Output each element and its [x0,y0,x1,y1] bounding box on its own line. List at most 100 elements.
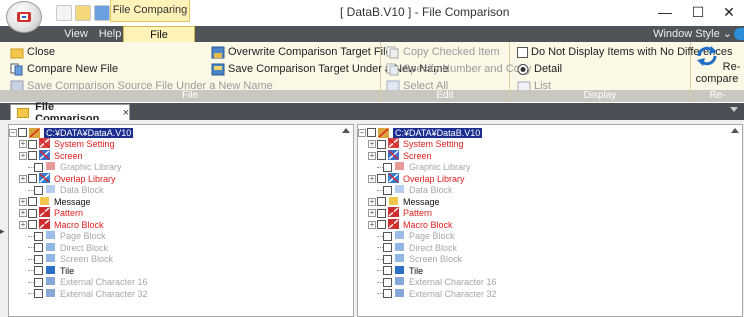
minimize-button[interactable]: — [650,2,680,22]
source-tree-item[interactable]: + Macro Block [9,218,148,231]
item-checkbox[interactable] [34,266,43,276]
item-checkbox[interactable] [367,128,376,138]
scroll-up-icon[interactable] [731,128,739,133]
item-checkbox[interactable] [383,277,392,287]
item-checkbox[interactable] [377,174,386,184]
expand-icon[interactable]: + [19,209,27,218]
item-checkbox[interactable] [377,197,386,207]
expand-icon[interactable]: + [19,197,27,206]
expand-icon[interactable]: + [19,140,27,149]
overwrite-target-button[interactable]: Overwrite Comparison Target File [211,44,392,60]
source-scrollbar[interactable] [339,125,353,316]
source-tree-item[interactable]: + Pattern [9,207,148,220]
source-tree-item[interactable]: + Screen [9,149,148,162]
item-checkbox[interactable] [28,139,37,149]
item-checkbox[interactable] [383,289,392,299]
target-tree-item[interactable]: Screen Block [358,254,497,266]
tab-help[interactable]: Help [95,26,125,42]
target-tree-item[interactable]: + Pattern [358,207,497,220]
target-tree-item[interactable]: External Character 32 [358,288,497,300]
item-checkbox[interactable] [383,231,392,241]
item-checkbox[interactable] [28,208,37,218]
target-tree-item[interactable]: + Macro Block [358,218,497,231]
item-checkbox[interactable] [28,151,37,161]
collapse-icon[interactable]: − [358,128,366,137]
expand-icon[interactable]: + [368,140,376,149]
qat-open-icon[interactable] [75,5,91,21]
target-tree-item[interactable]: + Message [358,196,497,208]
item-checkbox[interactable] [383,162,392,172]
source-tree-item[interactable]: Graphic Library [9,162,148,174]
item-checkbox[interactable] [34,243,43,253]
target-tree-item[interactable]: External Character 16 [358,277,497,289]
expand-icon[interactable]: + [368,197,376,206]
item-checkbox[interactable] [383,185,392,195]
copy-checked-button[interactable]: Copy Checked Item [386,44,500,60]
item-checkbox[interactable] [383,254,392,264]
item-checkbox[interactable] [28,174,37,184]
target-tree-item[interactable]: Page Block [358,231,497,243]
target-tree-item[interactable]: Tile [358,265,497,277]
item-checkbox[interactable] [28,197,37,207]
close-button[interactable]: Close [10,44,55,60]
target-scrollbar[interactable] [728,125,742,316]
close-window-button[interactable]: ✕ [714,2,744,22]
target-tree-item[interactable]: Graphic Library [358,162,497,174]
item-checkbox[interactable] [377,208,386,218]
item-checkbox[interactable] [34,277,43,287]
item-checkbox[interactable] [34,254,43,264]
doc-tab-close-icon[interactable]: × [123,107,129,119]
source-tree-item[interactable]: External Character 16 [9,277,148,289]
item-checkbox[interactable] [377,151,386,161]
target-tree-item[interactable]: Direct Block [358,242,497,254]
item-checkbox[interactable] [383,266,392,276]
item-checkbox[interactable] [34,185,43,195]
expand-icon[interactable]: + [368,174,376,183]
qat-new-icon[interactable] [56,5,72,21]
source-tree-item[interactable]: Data Block [9,185,148,197]
item-checkbox[interactable] [383,243,392,253]
source-tree-item[interactable]: Tile [9,265,148,277]
target-tree-item[interactable]: Data Block [358,185,497,197]
application-menu-button[interactable] [6,1,42,33]
expand-icon[interactable]: + [19,220,27,229]
source-tree-item[interactable]: + Overlap Library [9,172,148,185]
target-tree-root[interactable]: − C:¥DATA¥DataB.V10 [358,127,497,139]
expand-icon[interactable]: + [368,209,376,218]
window-style-dropdown[interactable]: Window Style ⌄ [653,27,732,40]
source-tree-item[interactable]: Screen Block [9,254,148,266]
recompare-button[interactable]: Re-compare [692,44,742,88]
target-tree-item[interactable]: + System Setting [358,138,497,151]
source-tree-item[interactable]: Direct Block [9,242,148,254]
item-checkbox[interactable] [34,231,43,241]
tab-file-comparison[interactable]: File Comparison × [10,101,130,125]
compare-new-file-button[interactable]: Compare New File [10,61,118,77]
tab-file-comparing[interactable]: File Comparing [123,26,195,57]
collapse-icon[interactable]: − [9,128,17,137]
source-tree-item[interactable]: + Message [9,196,148,208]
source-tree-root[interactable]: − C:¥DATA¥DataA.V10 [9,127,148,139]
scroll-up-icon[interactable] [342,128,350,133]
item-checkbox[interactable] [34,162,43,172]
expand-icon[interactable]: + [19,151,27,160]
tab-list-chevron-icon[interactable] [730,107,738,112]
qat-save-icon[interactable] [94,5,110,21]
detail-radio[interactable]: Detail [517,61,562,77]
source-tree-item[interactable]: + System Setting [9,138,148,151]
source-pane: − C:¥DATA¥DataA.V10 + System Setting + Screen… [8,124,354,317]
item-checkbox[interactable] [34,289,43,299]
item-checkbox[interactable] [377,220,386,230]
expand-icon[interactable]: + [368,220,376,229]
help-info-icon[interactable] [734,28,744,40]
maximize-button[interactable]: ☐ [683,2,713,22]
item-checkbox[interactable] [28,220,37,230]
item-checkbox[interactable] [18,128,27,138]
source-tree-item[interactable]: External Character 32 [9,288,148,300]
target-tree-item[interactable]: + Screen [358,149,497,162]
expand-icon[interactable]: + [19,174,27,183]
target-tree-item[interactable]: + Overlap Library [358,172,497,185]
source-tree-item[interactable]: Page Block [9,231,148,243]
item-checkbox[interactable] [377,139,386,149]
tab-view[interactable]: View [58,26,94,42]
expand-icon[interactable]: + [368,151,376,160]
